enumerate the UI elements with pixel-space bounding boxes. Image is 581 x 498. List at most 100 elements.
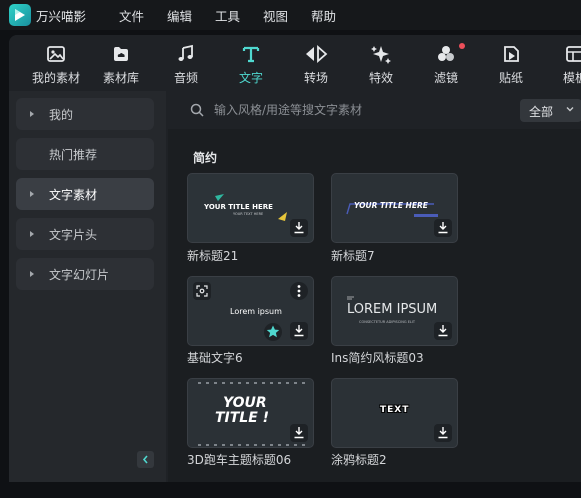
text-icon bbox=[242, 46, 260, 63]
cloud-library-icon bbox=[114, 47, 128, 61]
template-card-label: 3D跑车主题标题06 bbox=[187, 453, 292, 467]
tool-label: 我的素材 bbox=[31, 71, 80, 85]
transition-icon bbox=[306, 45, 328, 63]
download-button[interactable] bbox=[434, 424, 452, 442]
sidebar-item-mine[interactable]: 我的 bbox=[16, 98, 154, 130]
title-bar: 万兴喵影 文件 编辑 工具 视图 帮助 bbox=[0, 0, 581, 30]
sidebar-item-label: 文字幻灯片 bbox=[49, 268, 110, 282]
sidebar-item-label: 我的 bbox=[49, 108, 74, 122]
tool-filters[interactable]: 滤镜 bbox=[413, 41, 479, 87]
scan-icon bbox=[196, 285, 208, 297]
more-vertical-icon bbox=[297, 285, 301, 297]
tool-label: 滤镜 bbox=[433, 71, 458, 85]
section-title: 简约 bbox=[193, 151, 218, 165]
main-panel: 我的素材 素材库 音频 文字 转场 特效 滤镜 贴纸 模 我的 热门推荐 文字素… bbox=[9, 35, 581, 482]
chevron-left-icon bbox=[142, 455, 148, 464]
chevron-down-icon bbox=[566, 107, 574, 112]
sparkle-effects-icon bbox=[371, 46, 391, 64]
template-card[interactable]: YOUR TITLE HERE YOUR TEXT HERE bbox=[187, 173, 314, 243]
download-icon bbox=[438, 222, 448, 234]
chevron-right-icon bbox=[30, 111, 34, 117]
template-card-label: 新标题21 bbox=[187, 249, 239, 263]
tool-label: 文字 bbox=[238, 71, 263, 85]
folder-image-icon bbox=[47, 46, 65, 62]
chevron-right-icon bbox=[30, 231, 34, 237]
search-icon bbox=[190, 103, 204, 117]
download-button[interactable] bbox=[290, 424, 308, 442]
tool-library[interactable]: 素材库 bbox=[88, 41, 154, 87]
sidebar-item-hot[interactable]: 热门推荐 bbox=[16, 138, 154, 170]
card-preview-subtext: CONSECTETUR ADIPISCING ELIT bbox=[359, 320, 416, 324]
menu-help[interactable]: 帮助 bbox=[311, 6, 336, 25]
download-button[interactable] bbox=[434, 219, 452, 237]
template-card-label: Ins简约风标题03 bbox=[331, 351, 424, 365]
menu-edit[interactable]: 编辑 bbox=[167, 6, 192, 25]
tool-my-media[interactable]: 我的素材 bbox=[23, 41, 89, 87]
sidebar-item-label: 热门推荐 bbox=[49, 148, 98, 162]
card-preview-text: YOUR TITLE HERE bbox=[204, 203, 273, 211]
sidebar-item-label: 文字片头 bbox=[49, 228, 98, 242]
menu-tools[interactable]: 工具 bbox=[215, 6, 240, 25]
tool-label: 素材库 bbox=[102, 71, 139, 85]
preview-scan-button[interactable] bbox=[193, 282, 211, 300]
app-logo-icon bbox=[9, 4, 31, 26]
download-icon bbox=[438, 325, 448, 337]
download-button[interactable] bbox=[434, 322, 452, 340]
tool-label: 特效 bbox=[368, 71, 393, 85]
filter-selected: 全部 bbox=[529, 105, 554, 119]
filter-dropdown[interactable]: 全部 bbox=[520, 99, 581, 122]
download-icon bbox=[294, 427, 304, 439]
tool-effects[interactable]: 特效 bbox=[348, 41, 414, 87]
content-area: 全部 简约 YOUR TITLE HERE YOUR TEXT HERE 新标题… bbox=[168, 91, 581, 482]
card-preview-text: LOREM IPSUM bbox=[347, 302, 438, 317]
template-card[interactable]: YOUR TITLE HERE bbox=[331, 173, 458, 243]
tool-label: 模板 bbox=[563, 71, 581, 85]
template-card[interactable]: TEXT bbox=[331, 378, 458, 448]
tool-label: 转场 bbox=[303, 71, 328, 85]
template-card[interactable]: LOREM IPSUM CONSECTETUR ADIPISCING ELIT bbox=[331, 276, 458, 346]
tool-label: 贴纸 bbox=[498, 71, 523, 85]
more-options-button[interactable] bbox=[290, 282, 308, 300]
download-icon bbox=[294, 325, 304, 337]
menu-file[interactable]: 文件 bbox=[119, 6, 144, 25]
sidebar-item-text-intros[interactable]: 文字片头 bbox=[16, 218, 154, 250]
template-card-label: 基础文字6 bbox=[187, 351, 243, 365]
template-card[interactable]: YOUR TITLE ! bbox=[187, 378, 314, 448]
download-button[interactable] bbox=[290, 322, 308, 340]
card-preview-text-line2: TITLE ! bbox=[215, 410, 270, 426]
template-card[interactable]: Lorem ipsum bbox=[187, 276, 314, 346]
filter-icon bbox=[438, 46, 454, 61]
template-icon bbox=[566, 46, 581, 62]
music-note-icon bbox=[178, 44, 193, 61]
menu-view[interactable]: 视图 bbox=[263, 6, 288, 25]
sidebar-item-label: 文字素材 bbox=[49, 188, 98, 202]
search-bar: 全部 bbox=[168, 91, 581, 129]
download-button[interactable] bbox=[290, 219, 308, 237]
category-sidebar: 我的 热门推荐 文字素材 文字片头 文字幻灯片 bbox=[9, 91, 166, 482]
media-toolbar: 我的素材 素材库 音频 文字 转场 特效 滤镜 贴纸 模 bbox=[9, 35, 581, 91]
tool-audio[interactable]: 音频 bbox=[153, 41, 219, 87]
card-preview-subtext: YOUR TEXT HERE bbox=[233, 212, 264, 216]
download-icon bbox=[294, 222, 304, 234]
tool-text[interactable]: 文字 bbox=[218, 41, 284, 87]
download-icon bbox=[438, 427, 448, 439]
search-input[interactable] bbox=[214, 101, 474, 119]
card-preview-text: Lorem ipsum bbox=[230, 307, 282, 316]
tool-stickers[interactable]: 贴纸 bbox=[478, 41, 544, 87]
card-preview-text: YOUR bbox=[223, 395, 267, 411]
tool-templates[interactable]: 模板 bbox=[543, 41, 581, 87]
tool-label: 音频 bbox=[173, 71, 198, 85]
app-name: 万兴喵影 bbox=[36, 9, 87, 24]
template-card-label: 涂鸦标题2 bbox=[331, 453, 387, 467]
sidebar-item-text-slideshow[interactable]: 文字幻灯片 bbox=[16, 258, 154, 290]
chevron-right-icon bbox=[30, 191, 34, 197]
favorite-button[interactable] bbox=[264, 323, 282, 341]
notification-badge bbox=[459, 43, 465, 49]
card-preview-text: TEXT bbox=[380, 405, 410, 415]
sidebar-item-text-materials[interactable]: 文字素材 bbox=[16, 178, 154, 210]
collapse-sidebar-button[interactable] bbox=[137, 451, 154, 468]
star-icon bbox=[266, 325, 280, 338]
tool-transition[interactable]: 转场 bbox=[283, 41, 349, 87]
sticker-icon bbox=[504, 46, 519, 62]
template-card-label: 新标题7 bbox=[331, 249, 375, 263]
